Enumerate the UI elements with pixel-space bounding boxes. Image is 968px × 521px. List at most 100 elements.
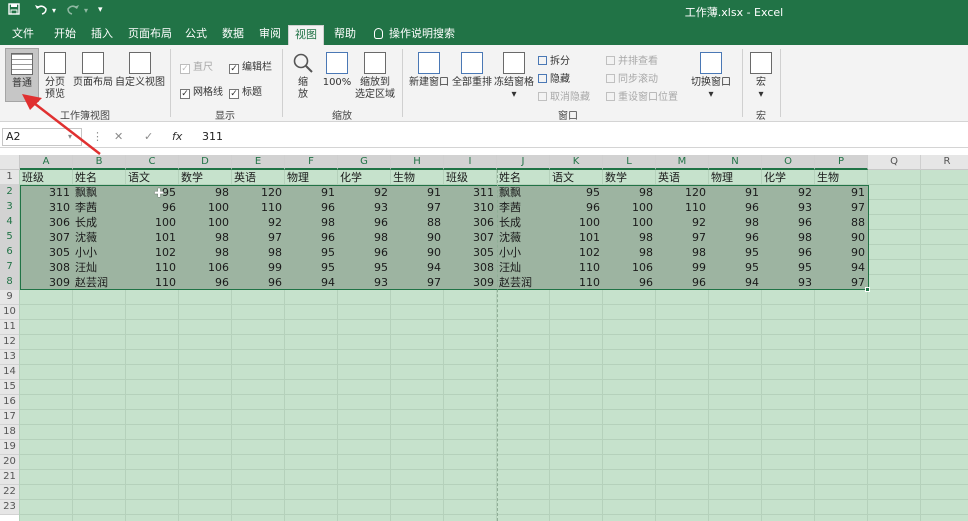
column-header-N[interactable]: N [709, 155, 762, 170]
cell-N5[interactable]: 96 [709, 230, 759, 245]
tab-page-layout[interactable]: 页面布局 [122, 25, 178, 45]
cell-I2[interactable]: 311 [444, 185, 494, 200]
cell-D2[interactable]: 98 [179, 185, 229, 200]
cell-I7[interactable]: 308 [444, 260, 494, 275]
unhide-button[interactable]: 取消隐藏 [538, 88, 590, 103]
cell-G7[interactable]: 95 [338, 260, 388, 275]
cell-D7[interactable]: 106 [179, 260, 229, 275]
cell-P1[interactable]: 生物 [817, 170, 839, 185]
cell-H6[interactable]: 90 [391, 245, 441, 260]
cell-N8[interactable]: 94 [709, 275, 759, 290]
cell-K6[interactable]: 102 [550, 245, 600, 260]
cell-K1[interactable]: 语文 [552, 170, 574, 185]
cell-B1[interactable]: 姓名 [75, 170, 97, 185]
zoom-to-selection-button[interactable]: 缩放到 选定区域 [354, 52, 396, 101]
column-header-Q[interactable]: Q [868, 155, 921, 170]
cell-M4[interactable]: 92 [656, 215, 706, 230]
cell-L1[interactable]: 数学 [605, 170, 627, 185]
tab-view[interactable]: 视图 [288, 25, 324, 45]
cell-C5[interactable]: 101 [126, 230, 176, 245]
column-header-O[interactable]: O [762, 155, 815, 170]
cell-O4[interactable]: 96 [762, 215, 812, 230]
cell-area[interactable]: 班级 姓名 语文 数学 英语 物理 化学 生物 班级 姓名 语文 数学 英语 物理 化学 生物 311 飘飘 95 9… [19, 170, 968, 521]
cell-D3[interactable]: 100 [179, 200, 229, 215]
column-header-I[interactable]: I [444, 155, 497, 170]
cell-J6[interactable]: 小小 [499, 245, 521, 260]
cell-H7[interactable]: 94 [391, 260, 441, 275]
tab-insert[interactable]: 插入 [85, 25, 119, 45]
tab-help[interactable]: 帮助 [328, 25, 362, 45]
cell-E6[interactable]: 98 [232, 245, 282, 260]
row-header-19[interactable]: 19 [0, 440, 20, 455]
gridlines-checkbox[interactable]: ✓ 网格线 [180, 83, 223, 99]
cell-M7[interactable]: 99 [656, 260, 706, 275]
cell-K2[interactable]: 95 [550, 185, 600, 200]
row-header-17[interactable]: 17 [0, 410, 20, 425]
cell-J8[interactable]: 赵芸润 [499, 275, 532, 290]
tab-file[interactable]: 文件 [6, 25, 40, 45]
cell-N7[interactable]: 95 [709, 260, 759, 275]
headings-checkbox[interactable]: ✓ 标题 [229, 83, 262, 99]
row-header-15[interactable]: 15 [0, 380, 20, 395]
cell-L7[interactable]: 106 [603, 260, 653, 275]
cell-G3[interactable]: 93 [338, 200, 388, 215]
cell-B8[interactable]: 赵芸润 [75, 275, 108, 290]
cell-M2[interactable]: 120 [656, 185, 706, 200]
new-window-button[interactable]: 新建窗口 [408, 52, 450, 89]
cell-P2[interactable]: 91 [815, 185, 865, 200]
cell-C8[interactable]: 110 [126, 275, 176, 290]
tab-home[interactable]: 开始 [48, 25, 82, 45]
cell-G2[interactable]: 92 [338, 185, 388, 200]
column-header-E[interactable]: E [232, 155, 285, 170]
cell-N1[interactable]: 物理 [711, 170, 733, 185]
cell-F5[interactable]: 96 [285, 230, 335, 245]
cell-D8[interactable]: 96 [179, 275, 229, 290]
cell-L2[interactable]: 98 [603, 185, 653, 200]
cell-B4[interactable]: 长成 [75, 215, 97, 230]
cell-J4[interactable]: 长成 [499, 215, 521, 230]
cell-O7[interactable]: 95 [762, 260, 812, 275]
cell-K7[interactable]: 110 [550, 260, 600, 275]
column-header-L[interactable]: L [603, 155, 656, 170]
cell-I4[interactable]: 306 [444, 215, 494, 230]
row-header-18[interactable]: 18 [0, 425, 20, 440]
cell-G5[interactable]: 98 [338, 230, 388, 245]
formula-input[interactable]: 311 [202, 130, 223, 143]
cell-D1[interactable]: 数学 [181, 170, 203, 185]
row-header-10[interactable]: 10 [0, 305, 20, 320]
row-header-8[interactable]: 8 [0, 275, 20, 290]
ruler-checkbox[interactable]: ✓ 直尺 [180, 58, 213, 74]
synchronous-scrolling-button[interactable]: 同步滚动 [606, 70, 658, 85]
cell-C1[interactable]: 语文 [128, 170, 150, 185]
zoom-100-button[interactable]: 100% [322, 52, 352, 89]
cell-J2[interactable]: 飘飘 [499, 185, 521, 200]
cell-F1[interactable]: 物理 [287, 170, 309, 185]
arrange-all-button[interactable]: 全部重排 [451, 52, 493, 89]
custom-views-button[interactable]: 自定义视图 [115, 52, 165, 89]
cell-I1[interactable]: 班级 [446, 170, 468, 185]
cell-E2[interactable]: 120 [232, 185, 282, 200]
cell-A1[interactable]: 班级 [22, 170, 44, 185]
cell-P5[interactable]: 90 [815, 230, 865, 245]
column-header-D[interactable]: D [179, 155, 232, 170]
row-header-14[interactable]: 14 [0, 365, 20, 380]
cell-P6[interactable]: 90 [815, 245, 865, 260]
row-header-12[interactable]: 12 [0, 335, 20, 350]
cell-N6[interactable]: 95 [709, 245, 759, 260]
cell-G1[interactable]: 化学 [340, 170, 362, 185]
cell-A3[interactable]: 310 [20, 200, 70, 215]
cell-L6[interactable]: 98 [603, 245, 653, 260]
tab-review[interactable]: 审阅 [253, 25, 287, 45]
cell-I6[interactable]: 305 [444, 245, 494, 260]
cell-J3[interactable]: 李茜 [499, 200, 521, 215]
row-header-23[interactable]: 23 [0, 500, 20, 515]
view-side-by-side-button[interactable]: 并排查看 [606, 52, 658, 67]
reset-window-position-button[interactable]: 重设窗口位置 [606, 88, 678, 103]
cell-F7[interactable]: 95 [285, 260, 335, 275]
cell-O2[interactable]: 92 [762, 185, 812, 200]
cell-E7[interactable]: 99 [232, 260, 282, 275]
select-all-button[interactable] [0, 155, 20, 170]
cell-H1[interactable]: 生物 [393, 170, 415, 185]
cell-B2[interactable]: 飘飘 [75, 185, 97, 200]
cell-O5[interactable]: 98 [762, 230, 812, 245]
